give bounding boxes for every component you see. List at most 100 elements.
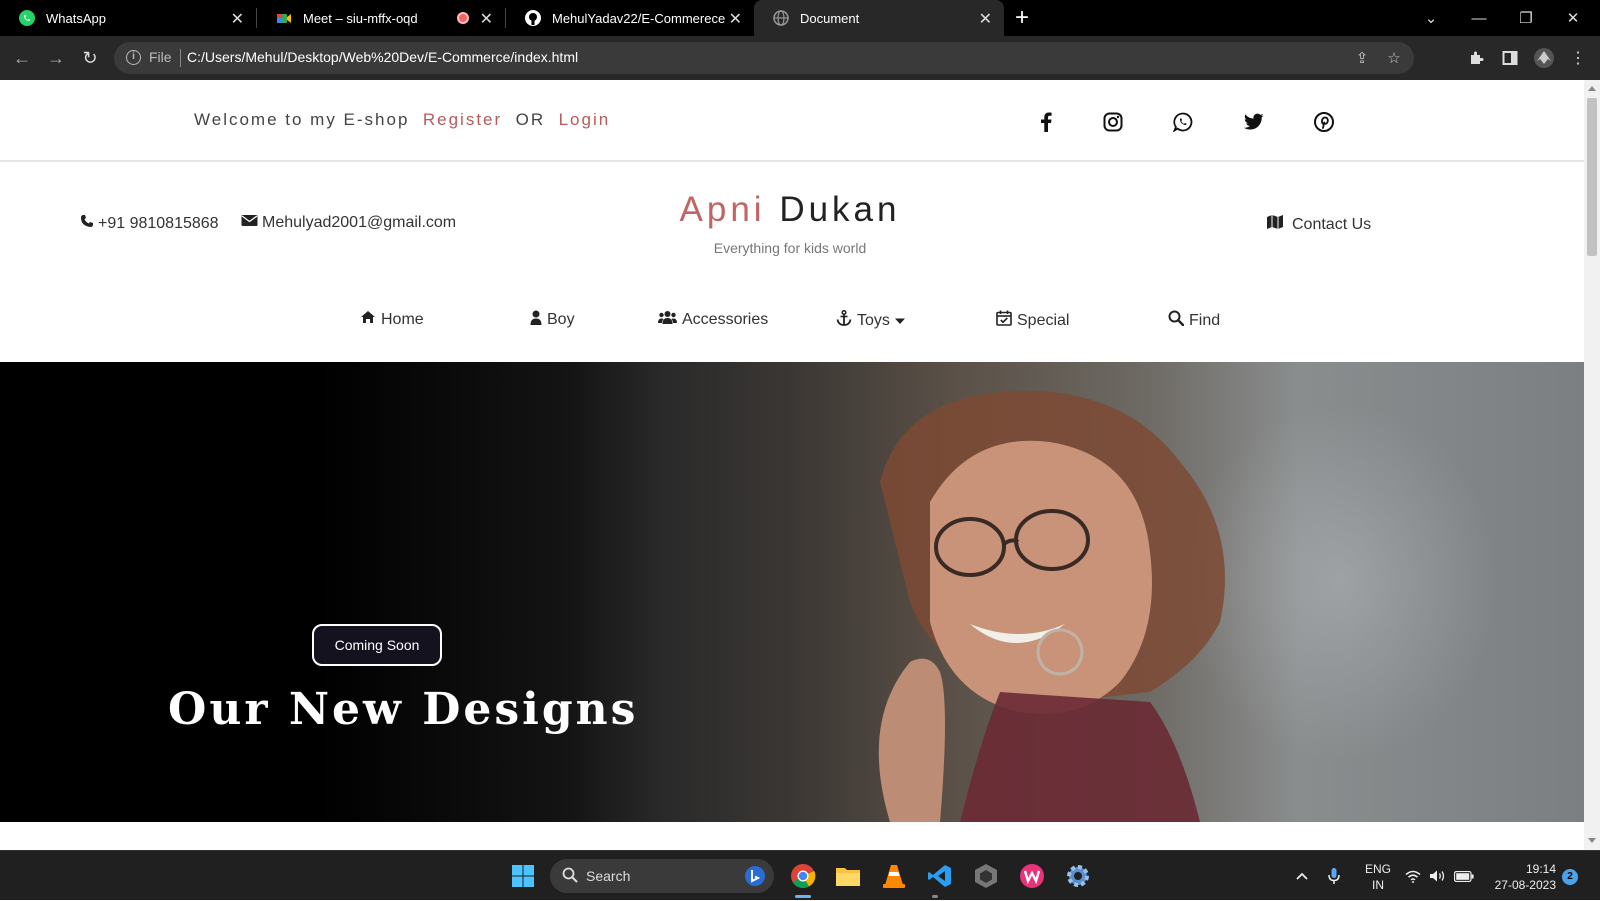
back-arrow-icon[interactable]: ← (10, 46, 34, 70)
facebook-icon[interactable] (1034, 110, 1058, 134)
chrome-icon[interactable] (787, 860, 819, 892)
page-viewport: Welcome to my E-shop Register OR Login +… (0, 80, 1584, 850)
star-icon[interactable]: ☆ (1384, 48, 1404, 68)
microphone-icon[interactable] (1322, 851, 1346, 901)
login-link[interactable]: Login (559, 110, 611, 129)
brand-first-word: Apni (679, 190, 766, 229)
browser-toolbar: ← → ↻ i File C:/Users/Mehul/Desktop/Web%… (0, 36, 1600, 80)
windows-taskbar: Search ENG IN 19:14 27-08-2023 2 (0, 850, 1600, 900)
wps-office-icon[interactable] (1016, 860, 1048, 892)
caret-down-icon (894, 312, 905, 330)
hero-banner: Coming Soon Our New Designs (0, 362, 1584, 822)
email-contact[interactable]: Mehulyad2001@gmail.com (241, 214, 456, 232)
battery-icon[interactable] (1452, 851, 1476, 901)
top-strip: Welcome to my E-shop Register OR Login (0, 80, 1584, 162)
more-menu-icon[interactable]: ⋮ (1566, 46, 1590, 70)
globe-icon (772, 9, 790, 27)
system-clock[interactable]: 19:14 27-08-2023 (1486, 861, 1556, 893)
whatsapp-icon[interactable] (1171, 110, 1195, 134)
scrollbar-thumb[interactable] (1587, 98, 1597, 256)
nav-home[interactable]: Home (360, 310, 424, 329)
new-tab-button[interactable]: + (1004, 0, 1040, 36)
running-app-indicator (932, 895, 938, 898)
file-explorer-icon[interactable] (832, 860, 864, 892)
settings-gear-icon[interactable] (1062, 860, 1094, 892)
nav-special[interactable]: Special (996, 310, 1069, 331)
forward-arrow-icon[interactable]: → (44, 46, 68, 70)
bing-icon[interactable] (744, 865, 766, 890)
contact-us-label: Contact Us (1292, 215, 1372, 233)
share-icon[interactable]: ⇪ (1352, 48, 1372, 68)
url-text[interactable]: C:/Users/Mehul/Desktop/Web%20Dev/E-Comme… (187, 49, 578, 65)
address-bar[interactable]: i File C:/Users/Mehul/Desktop/Web%20Dev/… (114, 42, 1414, 74)
nav-label: Home (381, 310, 424, 328)
brand-logo[interactable]: Apni Dukan (620, 190, 960, 230)
nav-label: Find (1189, 311, 1221, 329)
phone-contact[interactable]: +91 9810815868 (80, 214, 219, 233)
divider (180, 49, 181, 67)
tab-whatsapp[interactable]: WhatsApp ✕ (0, 0, 256, 36)
search-icon (562, 867, 578, 883)
phone-number: +91 9810815868 (98, 214, 219, 232)
nav-label: Special (1017, 311, 1070, 329)
coming-soon-badge[interactable]: Coming Soon (312, 624, 442, 666)
language-code: ENG (1364, 862, 1391, 876)
register-link[interactable]: Register (423, 110, 502, 129)
close-icon[interactable]: ✕ (480, 9, 493, 29)
vlc-icon[interactable] (878, 860, 910, 892)
welcome-line: Welcome to my E-shop Register OR Login (194, 110, 610, 130)
tab-document[interactable]: Document ✕ (754, 0, 1004, 36)
search-placeholder: Search (586, 868, 631, 884)
close-window-button[interactable]: ✕ (1550, 0, 1596, 36)
extensions-puzzle-icon[interactable] (1464, 46, 1488, 70)
nav-label: Boy (547, 311, 575, 328)
scroll-up-arrow-icon[interactable] (1588, 86, 1596, 91)
instagram-icon[interactable] (1101, 110, 1125, 134)
profile-avatar[interactable] (1532, 46, 1556, 70)
nav-accessories[interactable]: Accessories (658, 310, 768, 330)
map-icon (1266, 214, 1284, 235)
browser-tab-strip: WhatsApp ✕ Meet – siu-mffx-oqd ✕ MehulYa… (0, 0, 1600, 36)
tab-title: WhatsApp (46, 10, 106, 26)
phone-icon (80, 214, 94, 233)
scroll-down-arrow-icon[interactable] (1588, 838, 1596, 843)
vscode-icon[interactable] (924, 860, 956, 892)
envelope-icon (241, 214, 258, 232)
side-panel-icon[interactable] (1498, 46, 1522, 70)
contact-us-link[interactable]: Contact Us (1266, 214, 1371, 235)
chevron-up-icon[interactable] (1290, 851, 1314, 901)
close-icon[interactable]: ✕ (231, 9, 244, 29)
unity-hub-icon[interactable] (970, 860, 1002, 892)
language-region: IN (1372, 878, 1384, 892)
close-icon[interactable]: ✕ (979, 9, 992, 29)
info-icon[interactable]: i (126, 50, 141, 65)
close-icon[interactable]: ✕ (729, 9, 742, 29)
user-icon (530, 310, 542, 330)
twitter-icon[interactable] (1242, 110, 1266, 134)
nav-boy[interactable]: Boy (530, 310, 575, 330)
nav-toys[interactable]: Toys (836, 309, 905, 331)
taskbar-search[interactable]: Search (550, 859, 774, 893)
restore-button[interactable]: ❐ (1503, 0, 1549, 36)
windows-start-icon[interactable] (507, 860, 539, 892)
email-address: Mehulyad2001@gmail.com (262, 214, 457, 231)
tab-github[interactable]: MehulYadav22/E-Commerece ✕ (506, 0, 754, 36)
main-nav: Home Boy Accessories Toys Special Find (0, 309, 1584, 350)
language-indicator[interactable]: ENG IN (1360, 861, 1396, 893)
tab-search-icon[interactable]: ⌄ (1408, 0, 1454, 36)
home-icon (360, 310, 376, 329)
volume-icon[interactable] (1427, 851, 1449, 901)
pinterest-icon[interactable] (1312, 110, 1336, 134)
github-icon (524, 9, 542, 27)
scheme-label: File (149, 49, 172, 65)
reload-icon[interactable]: ↻ (78, 46, 102, 70)
tab-meet[interactable]: Meet – siu-mffx-oqd ✕ (257, 0, 505, 36)
minimize-button[interactable]: — (1456, 0, 1502, 36)
wifi-icon[interactable] (1402, 851, 1424, 901)
anchor-icon (836, 309, 852, 331)
tab-title: MehulYadav22/E-Commerece (552, 10, 726, 26)
notification-badge[interactable]: 2 (1562, 869, 1578, 885)
page-scrollbar[interactable] (1584, 80, 1600, 850)
nav-find[interactable]: Find (1168, 310, 1220, 331)
tab-title: Document (800, 10, 860, 26)
